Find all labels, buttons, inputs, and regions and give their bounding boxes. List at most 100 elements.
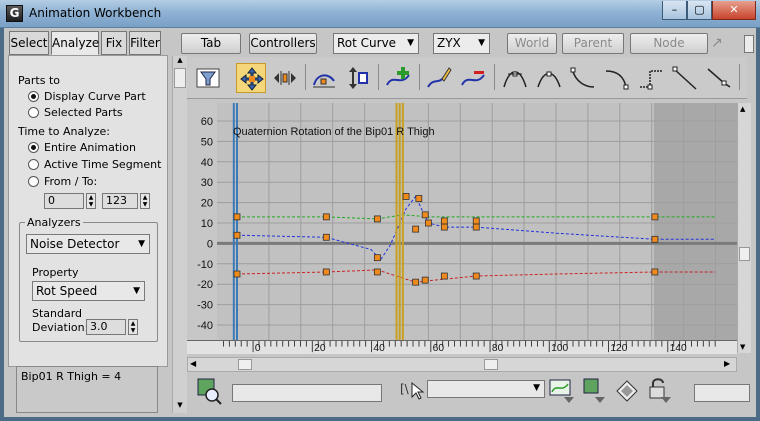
animation-key[interactable] [322,233,330,241]
chevron-down-icon: ▼ [407,38,414,48]
maximize-button[interactable]: ▢ [687,1,712,20]
parent-button[interactable]: Parent [562,33,624,54]
animation-key[interactable] [415,195,423,202]
toolbar-overflow-button[interactable] [744,35,754,53]
property-select[interactable]: Rot Speed ▼ [32,281,145,301]
animation-key[interactable] [322,268,330,276]
vertical-scrollbar[interactable]: ▲ ▼ [737,103,751,353]
scale-values-icon[interactable] [343,63,373,93]
tangent-auto-icon[interactable] [500,63,530,93]
y-tick-label: 60 [201,116,213,128]
tangent-linear-icon[interactable] [670,63,700,93]
scroll-down-arrow-icon[interactable]: ▼ [174,401,186,411]
key-value-field[interactable] [232,384,382,402]
animation-key[interactable] [402,193,410,200]
to-frame-spinner[interactable]: ▲ ▼ [140,193,150,209]
tab-button[interactable]: Tab [181,33,241,54]
animation-key[interactable] [233,213,241,221]
lock-keys-icon[interactable] [645,375,673,405]
controllers-button[interactable]: Controllers [249,33,317,54]
delete-key-icon[interactable] [458,63,488,93]
animation-key[interactable] [651,268,659,276]
timeline-ruler[interactable]: 0 20 40 60 80 100 120 140 [187,340,737,354]
radio-display-curve-part[interactable] [28,91,39,102]
animation-key[interactable] [373,254,381,262]
animation-key[interactable] [373,268,381,276]
animation-key[interactable] [440,217,448,225]
rotation-order-select[interactable]: ZYX ▼ [433,33,490,54]
animation-key[interactable] [651,213,659,221]
curve-view-icon[interactable] [548,375,576,405]
vertical-scroll-thumb[interactable] [739,247,750,261]
scroll-up-arrow-icon[interactable]: ▲ [174,56,186,66]
timeline-label: 100 [551,343,568,354]
scroll-down-arrow-icon[interactable]: ▼ [740,343,745,351]
tangent-step-icon[interactable] [636,63,666,93]
tab-select[interactable]: Select [9,31,49,55]
curve-graph[interactable]: 60 50 40 30 20 10 0 -10 -20 -30 -40 Quaternion Rot… [187,103,737,340]
world-button[interactable]: World [507,33,557,54]
from-frame-spinner[interactable]: ▲ ▼ [86,193,96,209]
tangent-slow-icon[interactable] [602,63,632,93]
minimize-button[interactable]: – [662,1,687,20]
scroll-right-arrow-icon[interactable]: ▶ [724,359,734,371]
zoom-region-icon[interactable] [196,375,224,405]
animation-key[interactable] [373,215,381,223]
status-panel: Bip01 R Thigh = 4 [16,366,158,413]
from-frame-input[interactable]: 0 [44,193,84,209]
animation-key[interactable] [233,270,241,278]
tab-analyze[interactable]: Analyze [51,31,99,55]
text-cursor-abc-icon[interactable]: [\ [398,375,426,405]
animation-key[interactable] [651,235,659,243]
animation-key[interactable] [440,223,448,231]
curve-type-select[interactable]: Rot Curve ▼ [333,33,419,54]
tangent-custom-icon[interactable] [704,63,734,93]
y-tick-label: 10 [201,218,213,230]
analyzer-select[interactable]: Noise Detector ▼ [26,234,150,254]
animation-key[interactable] [412,225,420,233]
scroll-up-arrow-icon[interactable]: ▲ [740,105,745,113]
left-panel-scrollbar[interactable]: ▲ ▼ [172,56,187,413]
show-keys-icon[interactable] [581,375,609,405]
draw-curve-icon[interactable] [424,63,454,93]
horizontal-scrollbar[interactable]: ◀ ▶ [187,357,737,372]
radio-selected-parts[interactable] [28,107,39,118]
tab-fix[interactable]: Fix [101,31,127,55]
key-filter-select[interactable]: ▼ [427,380,545,398]
radio-active-time-segment[interactable] [28,159,39,170]
pick-arrow-icon[interactable]: ↗ [711,35,729,53]
animation-key[interactable] [233,231,241,239]
tangent-smooth-icon[interactable] [534,63,564,93]
animation-key[interactable] [421,276,429,284]
left-panel-scroll-thumb[interactable] [174,68,186,88]
close-button[interactable]: ✕ [712,1,756,20]
animation-key[interactable] [440,272,448,280]
node-button[interactable]: Node [630,33,708,54]
std-dev-input[interactable]: 3.0 [86,319,126,335]
snap-keys-icon[interactable] [613,375,641,405]
animation-key[interactable] [421,211,429,219]
animation-key[interactable] [472,217,480,225]
animation-key[interactable] [412,278,420,286]
tangent-fast-icon[interactable] [568,63,598,93]
tab-filter[interactable]: Filter [129,31,161,55]
filter-icon[interactable] [193,63,223,93]
radio-from-to[interactable] [28,176,39,187]
svg-text:[\: [\ [400,382,410,396]
to-frame-input[interactable]: 123 [102,193,138,209]
scale-keys-icon[interactable] [309,63,339,93]
radio-entire-animation[interactable] [28,142,39,153]
add-key-icon[interactable] [383,63,413,93]
animation-key[interactable] [472,223,480,231]
animation-key[interactable] [322,213,330,221]
value-readout-field[interactable] [694,384,750,402]
animation-key[interactable] [472,272,480,280]
std-dev-spinner[interactable]: ▲ ▼ [128,319,138,335]
horizontal-scroll-thumb-left[interactable] [238,359,252,370]
curve-type-value: Rot Curve [337,36,397,50]
animation-key[interactable] [424,219,432,227]
horizontal-scroll-thumb-right[interactable] [484,359,498,370]
slide-keys-icon[interactable] [270,63,300,93]
scroll-left-arrow-icon[interactable]: ◀ [190,359,200,371]
move-keys-icon[interactable] [236,63,266,93]
